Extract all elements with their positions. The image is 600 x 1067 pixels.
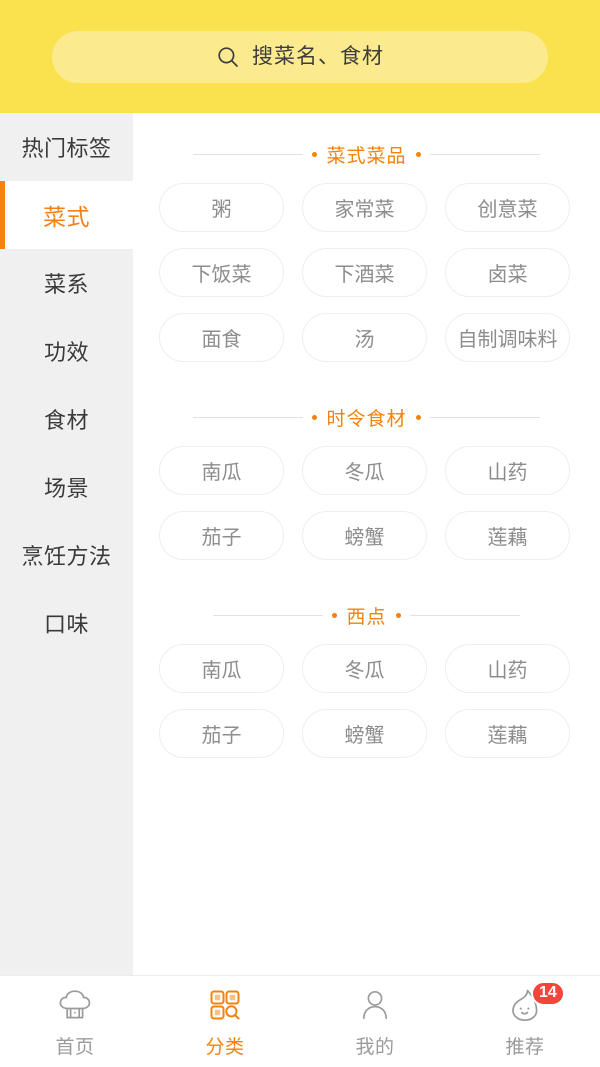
tag-pill[interactable]: 粥: [159, 183, 284, 232]
sidebar-item-label: 菜系: [43, 272, 89, 297]
tag-pill[interactable]: 家常菜: [302, 183, 427, 232]
dot-marker-left: [312, 151, 318, 157]
section-header: 菜式菜品: [133, 125, 600, 183]
category-sidebar: 热门标签 菜式 菜系 功效 食材 场景 烹饪方法 口味: [0, 113, 133, 975]
sidebar-item-ingredient[interactable]: 食材: [0, 385, 133, 453]
tag-content-area: 菜式菜品 粥 家常菜 创意菜 下饭菜 下酒菜 卤菜 面食 汤 自制调味料 时令食…: [133, 113, 600, 975]
dot-marker-right: [415, 151, 421, 157]
tag-pill[interactable]: 茄子: [159, 709, 284, 758]
nav-item-category[interactable]: 分类: [150, 976, 300, 1067]
tag-pill[interactable]: 莲藕: [445, 709, 570, 758]
tag-pill[interactable]: 茄子: [159, 511, 284, 560]
sidebar-item-dish-type[interactable]: 菜式: [0, 181, 133, 249]
nav-label: 分类: [205, 1036, 245, 1058]
sidebar-item-label: 食材: [43, 408, 89, 433]
tag-pill[interactable]: 下饭菜: [159, 248, 284, 297]
dot-marker-right: [395, 612, 401, 618]
tag-pill[interactable]: 冬瓜: [302, 644, 427, 693]
divider-line-right: [429, 153, 540, 155]
tag-section: 西点 南瓜 冬瓜 山药 茄子 螃蟹 莲藕: [133, 586, 600, 758]
tag-grid: 粥 家常菜 创意菜 下饭菜 下酒菜 卤菜 面食 汤 自制调味料: [133, 183, 600, 362]
nav-label: 我的: [355, 1036, 395, 1058]
section-header: 时令食材: [133, 388, 600, 446]
app-root: 搜菜名、食材 热门标签 菜式 菜系 功效 食材 场景 烹饪方法 口味 菜式菜品 …: [0, 0, 600, 1067]
category-grid-icon: [205, 985, 245, 1025]
sidebar-item-cooking-method[interactable]: 烹饪方法: [0, 521, 133, 589]
tag-section: 时令食材 南瓜 冬瓜 山药 茄子 螃蟹 莲藕: [133, 388, 600, 560]
sidebar-item-label: 热门标签: [21, 136, 112, 161]
section-title: 西点: [346, 606, 387, 628]
dot-marker-left: [332, 612, 338, 618]
divider-line-left: [213, 614, 324, 616]
person-icon: [355, 985, 395, 1025]
sidebar-item-scene[interactable]: 场景: [0, 453, 133, 521]
bottom-navigation: 首页 分类 我的 14 推荐: [0, 975, 600, 1067]
divider-line-right: [409, 614, 520, 616]
nav-label: 推荐: [505, 1036, 545, 1058]
tag-pill[interactable]: 南瓜: [159, 644, 284, 693]
sidebar-item-hot-tags[interactable]: 热门标签: [0, 113, 133, 181]
tag-pill[interactable]: 冬瓜: [302, 446, 427, 495]
dot-marker-right: [415, 414, 421, 420]
tag-pill[interactable]: 下酒菜: [302, 248, 427, 297]
sidebar-item-label: 烹饪方法: [21, 544, 112, 569]
tag-section: 菜式菜品 粥 家常菜 创意菜 下饭菜 下酒菜 卤菜 面食 汤 自制调味料: [133, 113, 600, 362]
sidebar-item-label: 菜式: [43, 204, 90, 230]
chef-hat-icon: [55, 985, 95, 1025]
sidebar-item-label: 场景: [43, 476, 89, 501]
tag-pill[interactable]: 螃蟹: [302, 511, 427, 560]
sidebar-item-label: 功效: [43, 340, 89, 365]
sidebar-item-effect[interactable]: 功效: [0, 317, 133, 385]
tag-pill[interactable]: 面食: [159, 313, 284, 362]
tag-pill[interactable]: 山药: [445, 644, 570, 693]
section-title: 时令食材: [326, 408, 407, 430]
search-input[interactable]: 搜菜名、食材: [52, 30, 548, 83]
tag-pill[interactable]: 创意菜: [445, 183, 570, 232]
tag-pill[interactable]: 汤: [302, 313, 427, 362]
dot-marker-left: [312, 414, 318, 420]
header-bar: 搜菜名、食材: [0, 0, 600, 113]
search-placeholder-text: 搜菜名、食材: [252, 45, 384, 68]
section-title: 菜式菜品: [326, 145, 407, 167]
nav-item-profile[interactable]: 我的: [300, 976, 450, 1067]
search-icon: [216, 45, 240, 69]
divider-line-left: [193, 416, 304, 418]
tag-pill[interactable]: 自制调味料: [445, 313, 570, 362]
tag-grid: 南瓜 冬瓜 山药 茄子 螃蟹 莲藕: [133, 446, 600, 560]
sidebar-item-cuisine[interactable]: 菜系: [0, 249, 133, 317]
divider-line-left: [193, 153, 304, 155]
tag-pill[interactable]: 卤菜: [445, 248, 570, 297]
tag-pill[interactable]: 山药: [445, 446, 570, 495]
tag-grid: 南瓜 冬瓜 山药 茄子 螃蟹 莲藕: [133, 644, 600, 758]
section-header: 西点: [133, 586, 600, 644]
body-area: 热门标签 菜式 菜系 功效 食材 场景 烹饪方法 口味 菜式菜品 粥 家常菜 创…: [0, 113, 600, 975]
sidebar-item-taste[interactable]: 口味: [0, 589, 133, 657]
notification-badge: 14: [531, 980, 565, 1006]
nav-item-recommend[interactable]: 14 推荐: [450, 976, 600, 1067]
divider-line-right: [429, 416, 540, 418]
nav-item-home[interactable]: 首页: [0, 976, 150, 1067]
tag-pill[interactable]: 螃蟹: [302, 709, 427, 758]
nav-label: 首页: [55, 1036, 95, 1058]
tag-pill[interactable]: 南瓜: [159, 446, 284, 495]
flame-icon: 14: [505, 980, 565, 1025]
sidebar-item-label: 口味: [43, 612, 89, 637]
tag-pill[interactable]: 莲藕: [445, 511, 570, 560]
